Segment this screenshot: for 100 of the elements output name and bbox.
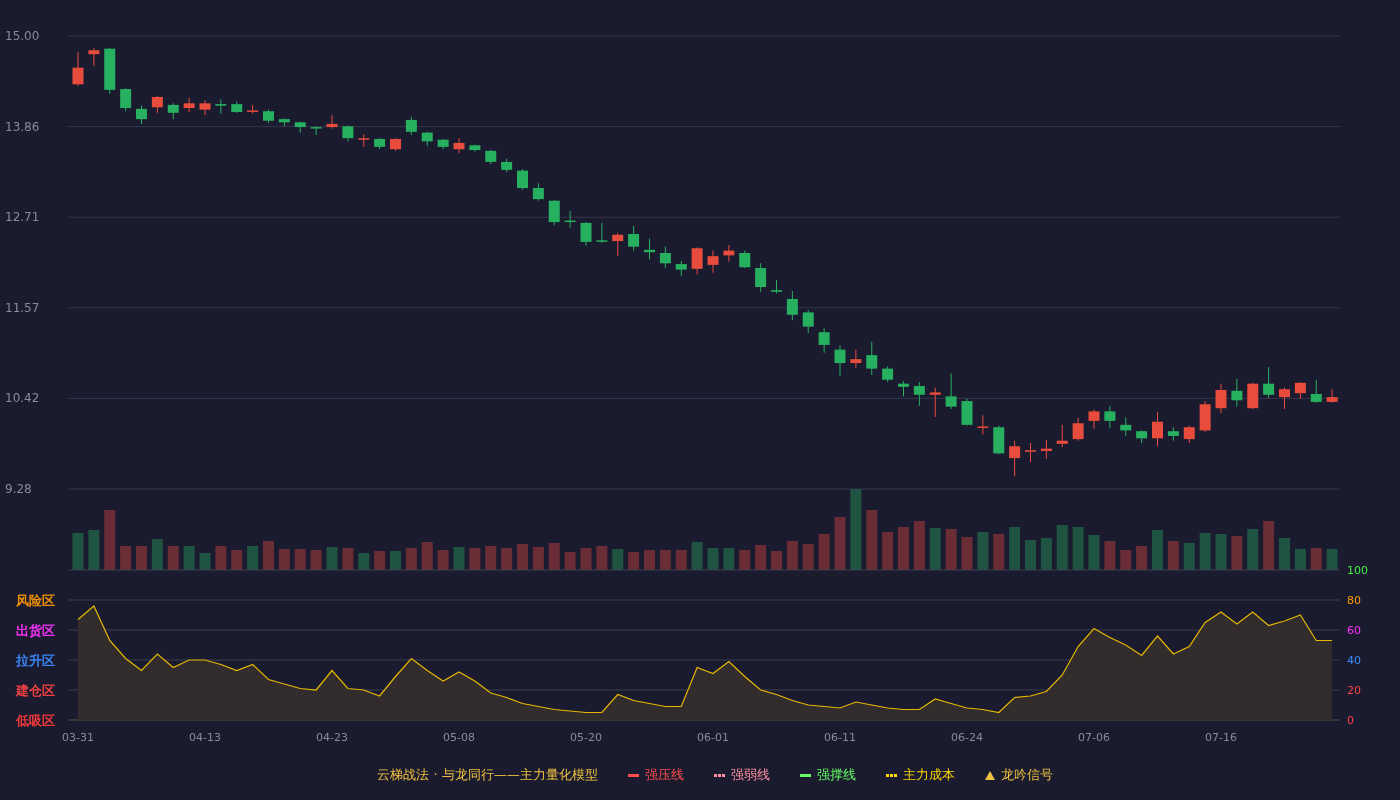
volume-bar bbox=[675, 550, 687, 570]
volume-bar bbox=[1231, 536, 1243, 570]
volume-bar bbox=[882, 532, 894, 570]
candlestick bbox=[199, 99, 211, 116]
zone-label: 低吸区 bbox=[16, 713, 55, 728]
candlestick bbox=[72, 51, 84, 87]
volume-bar bbox=[866, 510, 878, 570]
volume-bar bbox=[247, 546, 259, 570]
candlestick bbox=[1120, 417, 1132, 437]
legend-label: 强撑线 bbox=[816, 766, 856, 784]
volume-bar bbox=[167, 546, 179, 570]
volume-bar bbox=[1247, 529, 1259, 570]
volume-bar bbox=[1294, 549, 1306, 570]
volume-bar bbox=[1136, 546, 1148, 570]
candlestick bbox=[977, 414, 989, 435]
candlestick bbox=[326, 114, 338, 130]
candlestick bbox=[1199, 400, 1211, 433]
volume-bar bbox=[294, 549, 306, 570]
volume-bar bbox=[437, 550, 449, 570]
candlestick bbox=[1215, 383, 1227, 414]
price-label: 9.28 bbox=[5, 482, 32, 496]
candlestick bbox=[501, 158, 513, 173]
volume-bar bbox=[151, 539, 163, 570]
volume-bar bbox=[278, 549, 290, 570]
volume-bar bbox=[1040, 538, 1052, 570]
candlestick bbox=[628, 225, 640, 252]
date-label: 07-06 bbox=[1078, 731, 1110, 744]
volume-bar bbox=[659, 550, 671, 570]
candlestick bbox=[707, 250, 719, 274]
axis-label: 80 bbox=[1347, 594, 1361, 607]
candlestick bbox=[231, 101, 243, 114]
candlestick bbox=[374, 137, 386, 150]
axis-label: 40 bbox=[1347, 654, 1361, 667]
candlestick bbox=[802, 309, 814, 334]
candlestick bbox=[1072, 417, 1084, 442]
volume-bar bbox=[739, 550, 751, 570]
candlestick bbox=[342, 125, 354, 142]
candlestick bbox=[786, 290, 798, 321]
volume-bar bbox=[326, 547, 338, 570]
candlestick bbox=[421, 131, 433, 147]
volume-bar bbox=[1183, 543, 1195, 570]
volume-bar bbox=[1199, 533, 1211, 570]
candlestick bbox=[437, 138, 449, 150]
volume-bar bbox=[644, 550, 655, 570]
volume-bar bbox=[802, 544, 814, 570]
candlestick bbox=[517, 168, 528, 191]
candlestick bbox=[913, 381, 925, 407]
volume-bar bbox=[564, 552, 576, 570]
volume-bar bbox=[136, 546, 147, 570]
volume-bar bbox=[405, 548, 417, 570]
volume-bar bbox=[628, 552, 640, 570]
candlestick bbox=[1231, 378, 1243, 408]
zone-label: 风险区 bbox=[16, 593, 55, 608]
volume-bar bbox=[469, 548, 481, 570]
volume-bar bbox=[913, 521, 925, 570]
volume-bar bbox=[1104, 541, 1116, 570]
volume-bar bbox=[1263, 521, 1275, 570]
volume-bar bbox=[1326, 549, 1338, 570]
candlestick bbox=[104, 47, 116, 95]
candlestick bbox=[390, 137, 401, 152]
volume-bar bbox=[1279, 538, 1290, 570]
volume-bar bbox=[342, 548, 354, 570]
volume-bar bbox=[707, 548, 719, 570]
date-label: 05-20 bbox=[570, 731, 602, 744]
price-label: 12.71 bbox=[5, 210, 40, 225]
candlestick bbox=[1310, 379, 1322, 404]
candlestick bbox=[310, 125, 322, 136]
volume-bar bbox=[1167, 541, 1179, 570]
volume-bar bbox=[183, 546, 195, 570]
date-label: 04-23 bbox=[316, 731, 348, 744]
zone-label: 出货区 bbox=[16, 623, 55, 638]
legend-label: 强弱线 bbox=[730, 766, 770, 784]
candlestick bbox=[1056, 424, 1068, 448]
candlestick bbox=[866, 341, 878, 376]
candlestick bbox=[659, 246, 671, 269]
candlestick bbox=[580, 221, 592, 247]
zone-label: 建仓区 bbox=[16, 683, 55, 698]
volume-bar bbox=[596, 546, 608, 570]
candlestick bbox=[1167, 426, 1179, 442]
date-label: 06-24 bbox=[951, 731, 983, 744]
candlestick bbox=[120, 87, 132, 112]
date-label: 06-01 bbox=[697, 731, 729, 744]
volume-bar bbox=[786, 541, 798, 570]
candlestick bbox=[1294, 381, 1306, 400]
legend-label: 强压线 bbox=[644, 766, 684, 784]
candlestick bbox=[691, 246, 703, 275]
volume-bar bbox=[358, 553, 370, 570]
candlestick bbox=[215, 98, 227, 115]
axis-label: 60 bbox=[1347, 624, 1361, 637]
volume-bar bbox=[993, 534, 1005, 570]
candlestick bbox=[993, 425, 1005, 455]
candlestick bbox=[278, 117, 290, 127]
volume-bar bbox=[1215, 534, 1227, 570]
volume-bar bbox=[263, 541, 274, 570]
volume-bar bbox=[1120, 550, 1132, 570]
volume-bar bbox=[199, 553, 211, 570]
price-label: 13.86 bbox=[5, 119, 40, 134]
candlestick bbox=[136, 105, 147, 125]
volume-bar bbox=[898, 527, 909, 570]
legend-label: 主力成本 bbox=[902, 766, 955, 784]
